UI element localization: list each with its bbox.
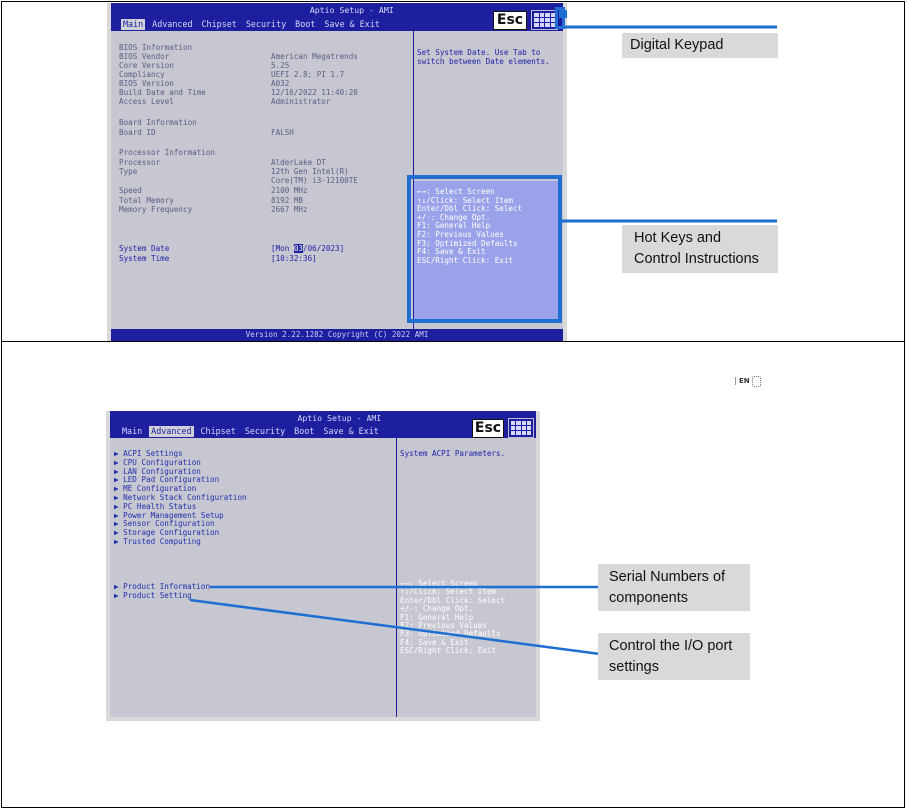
serial-label-1: Serial Numbers of	[609, 569, 726, 585]
io-label-1: Control the I/O port	[609, 638, 733, 654]
language-badge[interactable]: EN	[735, 377, 750, 385]
io-label-2: settings	[609, 659, 659, 675]
io-leader-line	[189, 598, 601, 656]
keypad-label: Digital Keypad	[630, 37, 724, 53]
callout-leaders	[189, 25, 777, 656]
hotkeys-label-1: Hot Keys and	[634, 230, 722, 246]
serial-label-2: components	[609, 590, 688, 606]
hotkeys-label-2: Control Instructions	[634, 251, 759, 267]
input-method-icon[interactable]	[752, 376, 761, 387]
